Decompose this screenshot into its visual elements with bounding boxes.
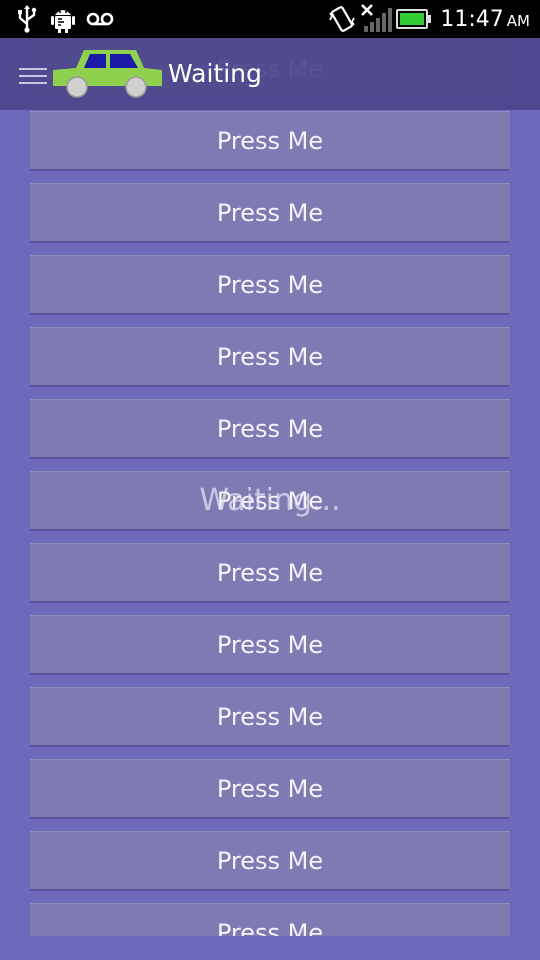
press-me-button[interactable]: Press Me — [30, 687, 510, 747]
press-me-button[interactable]: Press Me — [30, 759, 510, 819]
car-icon[interactable] — [50, 48, 164, 100]
no-signal-icon — [361, 4, 392, 32]
press-me-button[interactable]: Press Me — [30, 255, 510, 315]
usb-icon — [18, 5, 37, 33]
battery-icon — [396, 9, 431, 29]
status-bar: 11:47 AM — [0, 0, 540, 38]
app-title: Waiting — [168, 59, 262, 88]
status-time: 11:47 AM — [440, 5, 530, 35]
android-debug-icon — [51, 10, 75, 33]
action-bar: Waiting — [0, 38, 540, 110]
press-me-button[interactable]: Press Me — [30, 183, 510, 243]
press-me-button[interactable]: Press Me — [30, 615, 510, 675]
clock-time: 11:47 — [440, 7, 504, 32]
button-list[interactable]: Press Me Press Me Press Me Press Me Press Me… — [0, 0, 540, 936]
press-me-button[interactable]: Press Me — [30, 327, 510, 387]
press-me-button[interactable]: Press Me — [30, 399, 510, 459]
menu-icon[interactable] — [19, 68, 47, 84]
press-me-button[interactable]: Press Me — [30, 903, 510, 936]
press-me-button[interactable]: Press Me — [30, 111, 510, 171]
voicemail-icon — [86, 12, 114, 26]
press-me-button[interactable]: Press Me — [30, 831, 510, 891]
press-me-button[interactable]: Press Me — [30, 543, 510, 603]
vibrate-icon — [329, 6, 355, 32]
clock-ampm: AM — [506, 12, 530, 30]
press-me-button[interactable]: Press Me — [30, 471, 510, 531]
